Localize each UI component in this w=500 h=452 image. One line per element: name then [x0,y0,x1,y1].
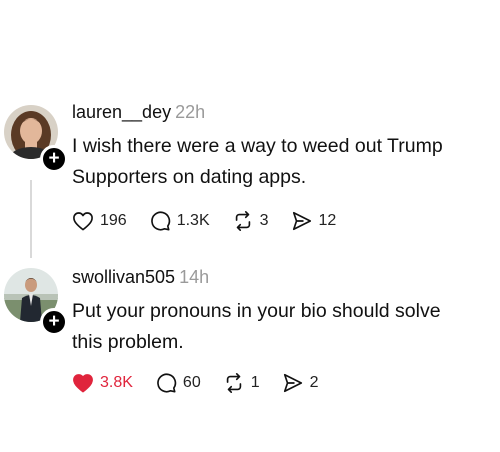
post-header: swollivan505 14h [72,266,209,288]
repost-icon [235,211,250,231]
post-2: + swollivan505 14h Put your pronouns in y… [0,260,500,452]
reply-button[interactable]: 60 [155,372,201,394]
like-button[interactable]: 196 [72,211,127,231]
avatar-container: + [4,268,68,336]
username[interactable]: swollivan505 [72,267,175,287]
share-count: 2 [309,374,319,391]
timestamp: 22h [175,102,206,122]
like-count: 3.8K [100,374,133,391]
repost-count: 3 [259,212,269,229]
post-1: + lauren__dey 22h I wish there were a way… [0,0,500,260]
share-icon [283,373,302,393]
share-count: 12 [318,212,337,229]
post-text: Put your pronouns in your bio should sol… [72,296,500,358]
username[interactable]: lauren__dey [72,102,171,122]
post-text-line: Supporters on dating apps. [72,166,307,188]
comment-icon [150,211,170,231]
share-button[interactable]: 2 [282,372,319,394]
reply-button[interactable]: 1.3K [149,210,210,232]
like-button[interactable]: 3.8K [72,373,133,393]
post-text-line: Put your pronouns in your bio should sol… [72,300,441,322]
repost-count: 1 [250,374,260,391]
heart-icon [73,212,93,231]
share-icon [292,211,311,231]
like-count: 196 [100,212,127,229]
post-text-line: this problem. [72,331,184,353]
timestamp: 14h [179,267,210,287]
heart-icon [73,374,93,393]
thread-line [30,180,32,258]
repost-button[interactable]: 3 [232,210,269,232]
avatar-container: + [4,105,68,173]
reply-count: 60 [182,374,201,391]
post-header: lauren__dey 22h [72,101,205,123]
share-button[interactable]: 12 [291,210,337,232]
repost-icon [226,373,241,393]
post-text: I wish there were a way to weed out Trum… [72,131,500,193]
post-text-line: I wish there were a way to weed out Trum… [72,135,443,157]
follow-plus-icon[interactable]: + [40,145,68,173]
follow-plus-icon[interactable]: + [40,308,68,336]
action-bar: 196 1.3K 3 12 [72,208,358,234]
action-bar: 3.8K 60 1 2 [72,370,341,396]
comment-icon [157,373,177,393]
repost-button[interactable]: 1 [223,372,260,394]
reply-count: 1.3K [176,212,210,229]
